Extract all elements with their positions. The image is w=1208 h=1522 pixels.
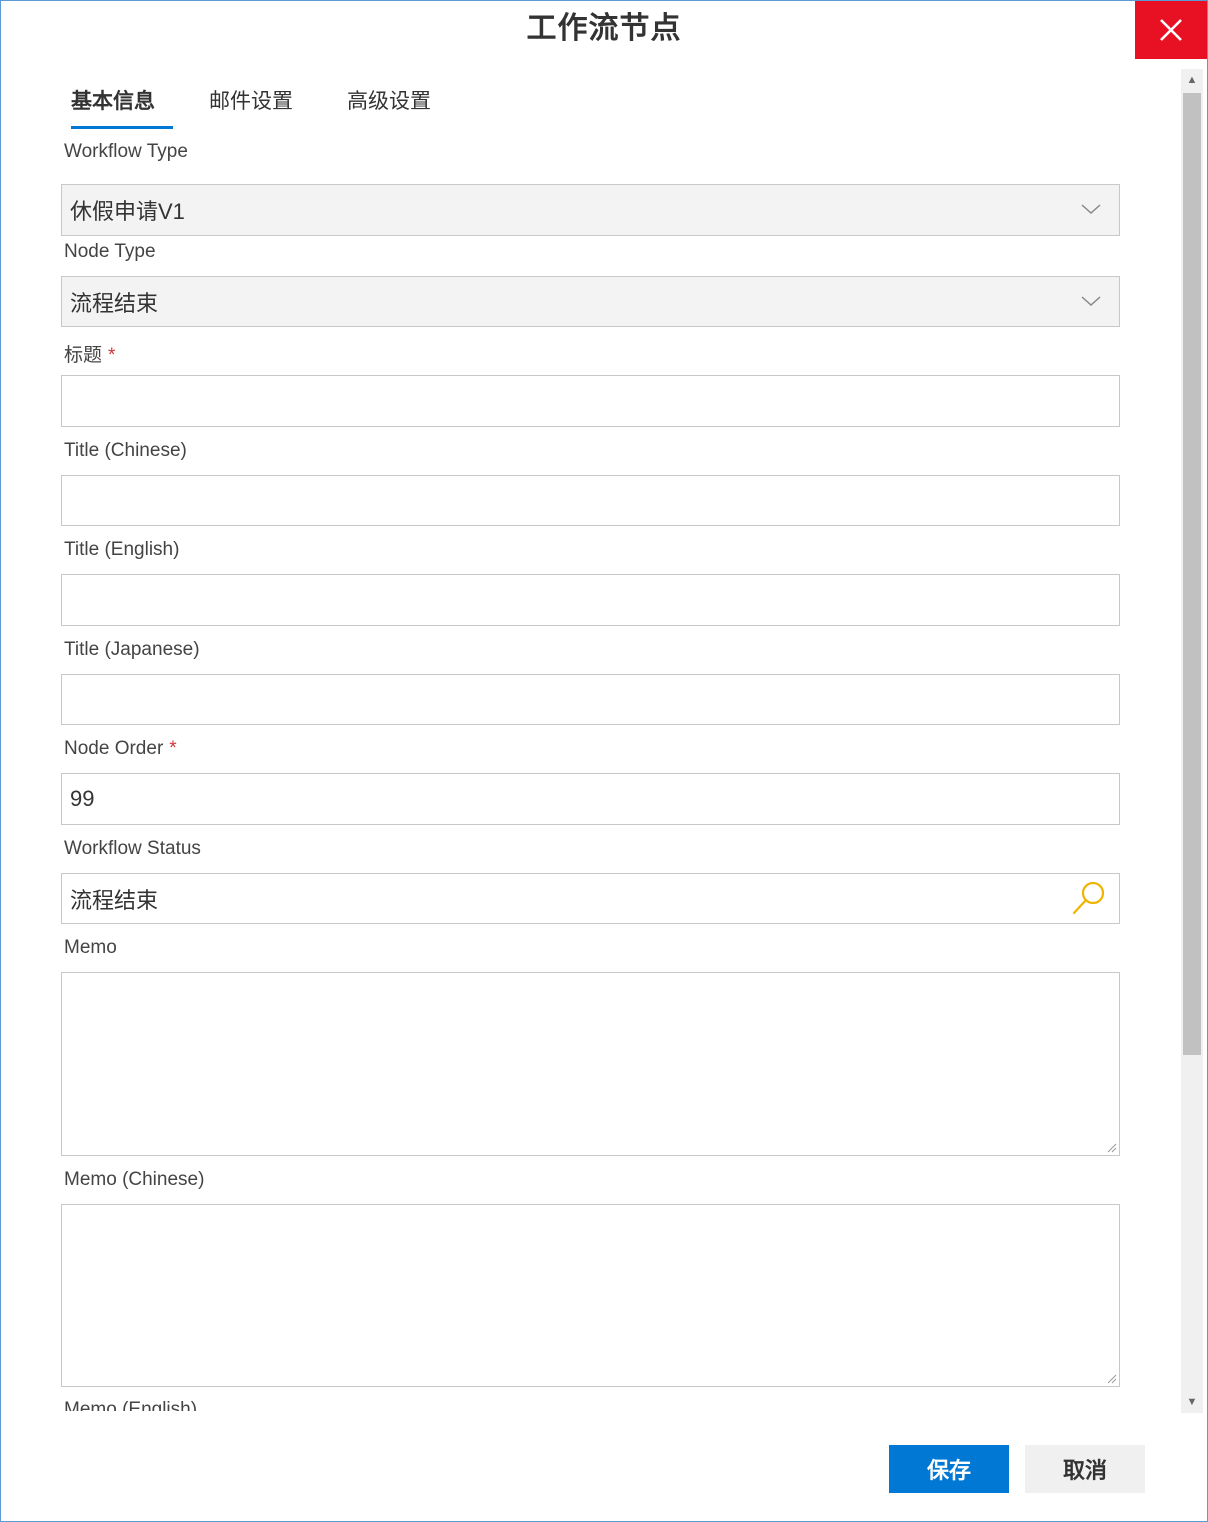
workflow-status-label: Workflow Status [64,838,201,859]
workflow-status-value: 流程结束 [70,887,159,913]
required-marker: * [108,345,116,366]
memo-english-label: Memo (English) [64,1399,198,1411]
title-chinese-label: Title (Chinese) [64,440,187,461]
title-label: 标题 * [64,340,115,367]
vertical-scrollbar[interactable]: ▲ ▼ [1181,69,1203,1413]
node-type-value: 流程结束 [70,290,159,316]
workflow-type-label: Workflow Type [64,141,188,162]
title-japanese-input[interactable] [61,674,1120,725]
node-order-value: 99 [70,786,95,811]
cancel-button[interactable]: 取消 [1025,1445,1145,1493]
scroll-up-arrow-icon[interactable]: ▲ [1181,69,1203,91]
search-icon[interactable] [1071,880,1107,916]
chevron-down-icon [1081,204,1101,215]
close-button[interactable] [1135,1,1207,59]
resize-grip-icon[interactable] [1105,1372,1117,1384]
node-type-select[interactable]: 流程结束 [61,276,1120,327]
workflow-type-select[interactable]: 休假申请V1 [61,184,1120,236]
title-english-label: Title (English) [64,539,180,560]
memo-label: Memo [64,937,117,958]
node-order-label: Node Order * [64,738,177,760]
required-marker: * [169,738,177,759]
dialog-title: 工作流节点 [526,12,682,45]
title-chinese-input[interactable] [61,475,1120,526]
chevron-down-icon [1081,295,1101,306]
node-type-label: Node Type [64,241,156,262]
form-content: Workflow Type 休假申请V1 Node Type 流程结束 标题* [1,131,1179,1411]
workflow-status-lookup[interactable]: 流程结束 [61,873,1120,924]
memo-chinese-textarea[interactable] [61,1204,1120,1387]
title-input[interactable] [61,375,1120,427]
node-order-label-text: Node Order [64,738,164,759]
save-button[interactable]: 保存 [889,1445,1009,1493]
tab-advanced-settings[interactable]: 高级设置 [347,79,431,129]
memo-textarea[interactable] [61,972,1120,1156]
title-japanese-label: Title (Japanese) [64,639,200,660]
close-icon [1160,19,1182,41]
memo-chinese-label: Memo (Chinese) [64,1169,205,1190]
scroll-down-arrow-icon[interactable]: ▼ [1181,1391,1203,1413]
resize-grip-icon[interactable] [1105,1141,1117,1153]
workflow-type-value: 休假申请V1 [70,199,185,224]
workflow-node-dialog: 工作流节点 基本信息 邮件设置 高级设置 Workflow Type 休假申请V… [0,0,1208,1522]
tab-basic-info[interactable]: 基本信息 [71,79,173,129]
tab-bar: 基本信息 邮件设置 高级设置 [71,79,485,129]
title-english-input[interactable] [61,574,1120,626]
node-order-input[interactable]: 99 [61,773,1120,825]
scrollbar-thumb[interactable] [1183,93,1201,1055]
tab-email-settings[interactable]: 邮件设置 [209,79,293,129]
title-label-text: 标题 [64,345,103,366]
